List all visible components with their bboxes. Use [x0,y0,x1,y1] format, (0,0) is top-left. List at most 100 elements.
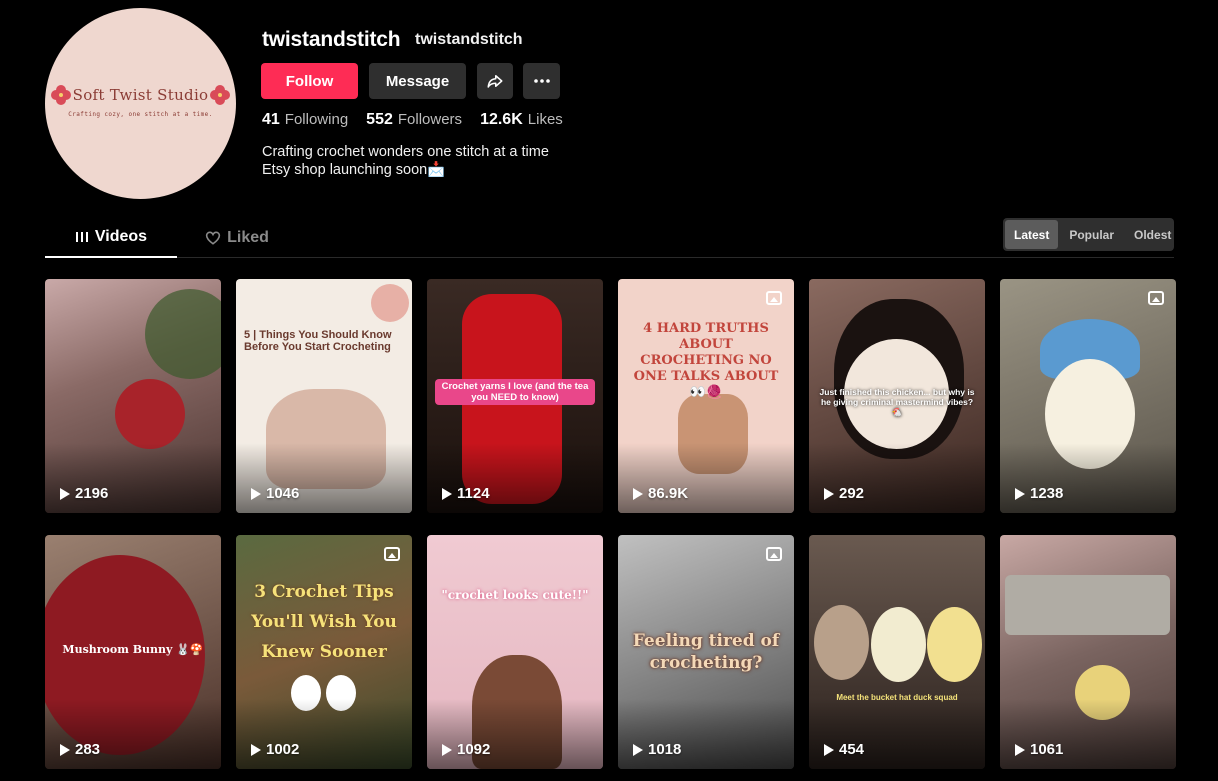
photo-mode-icon [766,291,782,305]
play-icon [251,487,261,500]
share-icon [487,75,503,88]
view-count: 1061 [1015,741,1063,758]
video-overlay-text: Mushroom Bunny 🐰🍄 [62,643,204,656]
profile-bio: Crafting crochet wonders one stitch at a… [262,143,549,179]
video-card[interactable]: 1061 [1000,535,1176,769]
thumb-shade [1000,699,1176,769]
photo-mode-icon [1148,291,1164,305]
following-label: Following [284,111,349,128]
view-count: 1124 [442,485,490,502]
profile-stats: 41 Following 552 Followers 12.6K Likes [262,111,563,129]
video-card[interactable]: Feeling tired of crocheting? 1018 [618,535,794,769]
view-count: 283 [60,741,100,758]
thumb-shade [236,699,412,769]
likes-count: 12.6K [480,111,523,128]
tab-videos[interactable]: Videos [45,218,177,258]
thumb-shade [236,443,412,513]
video-overlay-text: Crochet yarns I love (and the tea you NE… [435,379,595,405]
view-count: 1238 [1015,485,1063,502]
video-card[interactable]: Crochet yarns I love (and the tea you NE… [427,279,603,513]
profile-username: twistandstitch [262,28,401,51]
play-icon [442,487,452,500]
tab-liked[interactable]: Liked [185,218,289,257]
video-card[interactable]: 3 Crochet Tips You'll Wish You Knew Soon… [236,535,412,769]
play-icon [251,743,261,756]
followers-label: Followers [397,111,463,128]
bio-line: Etsy shop launching soon📩 [262,162,446,178]
share-button[interactable] [477,63,513,99]
following-stat[interactable]: 41 Following [262,111,348,129]
thumb-shape [115,379,185,449]
heart-icon [205,230,221,245]
follow-button[interactable]: Follow [261,63,358,99]
flower-icon [212,87,228,103]
play-icon [1015,487,1025,500]
tab-label: Videos [94,228,148,245]
video-card[interactable]: 1238 [1000,279,1176,513]
profile-nickname: twistandstitch [415,31,523,48]
play-icon [824,487,834,500]
play-icon [442,743,452,756]
view-count: 292 [824,485,864,502]
play-icon [633,487,643,500]
message-button[interactable]: Message [369,63,466,99]
video-card[interactable]: 2196 [45,279,221,513]
followers-stat[interactable]: 552 Followers [366,111,462,129]
view-count: 2196 [60,485,108,502]
thumb-shade [45,443,221,513]
photo-mode-icon [766,547,782,561]
video-overlay-text: 5 | Things You Should Know Before You St… [244,329,392,353]
video-card[interactable]: "crochet looks cute!!" 1092 [427,535,603,769]
flower-icon [53,87,69,103]
video-card[interactable]: Meet the bucket hat duck squad 454 [809,535,985,769]
thumb-shape [145,289,221,379]
video-grid: 2196 5 | Things You Should Know Before Y… [45,279,1176,769]
thumb-shade [618,443,794,513]
thumb-shape [871,607,926,682]
thumb-shade [809,443,985,513]
view-count: 1092 [442,741,490,758]
thumb-shade [427,699,603,769]
following-count: 41 [262,111,280,128]
play-icon [1015,743,1025,756]
play-icon [60,743,70,756]
thumb-shape [371,284,409,322]
sort-popular[interactable]: Popular [1060,220,1123,249]
tab-label: Liked [227,228,269,246]
thumb-shade [427,443,603,513]
photo-mode-icon [384,547,400,561]
thumb-shape [1005,575,1170,635]
more-icon [533,79,550,83]
likes-stat: 12.6K Likes [480,111,563,129]
view-count: 1002 [251,741,299,758]
video-overlay-text: "crochet looks cute!!" [441,588,589,602]
video-card[interactable]: Mushroom Bunny 🐰🍄 283 [45,535,221,769]
play-icon [633,743,643,756]
sort-toggle: Latest Popular Oldest [1003,218,1174,251]
more-button[interactable] [523,63,560,99]
view-count: 1046 [251,485,299,502]
bio-line: Crafting crochet wonders one stitch at a… [262,144,549,160]
thumb-shade [1000,443,1176,513]
likes-label: Likes [527,111,563,128]
sort-oldest[interactable]: Oldest [1125,220,1180,249]
video-overlay-text: Just finished this chicken... but why is… [819,387,975,417]
thumb-shape [927,607,982,682]
thumb-shade [809,699,985,769]
sort-latest[interactable]: Latest [1005,220,1059,249]
video-overlay-text: 3 Crochet Tips You'll Wish You Knew Soon… [251,582,397,662]
video-card[interactable]: 4 HARD TRUTHS ABOUT CROCHETING NO ONE TA… [618,279,794,513]
thumb-shade [618,699,794,769]
avatar-logo-text: Soft Twist Studio [72,86,209,104]
video-card[interactable]: Just finished this chicken... but why is… [809,279,985,513]
video-card[interactable]: 5 | Things You Should Know Before You St… [236,279,412,513]
thumb-shape [814,605,869,680]
profile-avatar[interactable]: Soft Twist Studio Crafting cozy, one sti… [45,8,236,199]
video-overlay-text: Feeling tired of crocheting? [632,631,780,673]
avatar-logo: Soft Twist Studio [45,86,236,104]
followers-count: 552 [366,111,393,128]
play-icon [60,487,70,500]
view-count: 1018 [633,741,681,758]
grid-icon [75,232,88,242]
video-overlay-text: 4 HARD TRUTHS ABOUT CROCHETING NO ONE TA… [633,321,779,400]
